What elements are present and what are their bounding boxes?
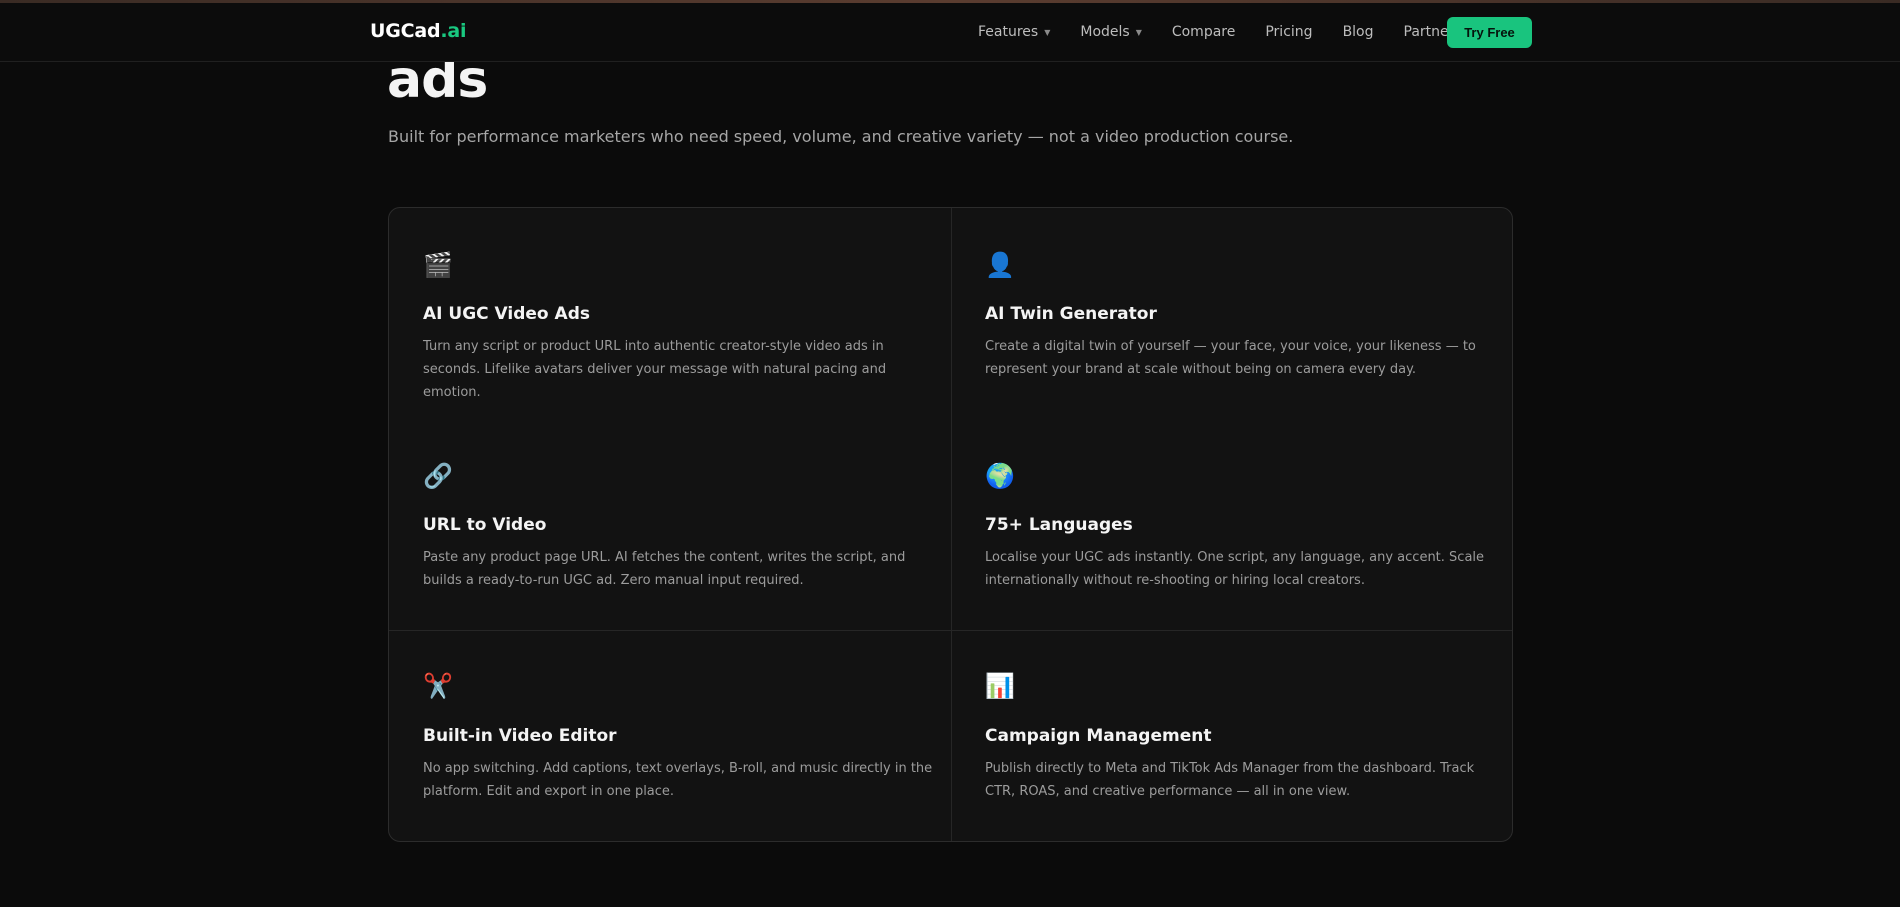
logo[interactable]: UGCad.ai [370, 20, 467, 42]
feature-card-video-editor: ✂️ Built-in Video Editor No app switchin… [389, 630, 951, 841]
section-subtitle: Built for performance marketers who need… [388, 127, 1294, 146]
features-grid: 🎬 AI UGC Video Ads Turn any script or pr… [388, 207, 1513, 842]
scissors-icon: ✂️ [423, 672, 453, 700]
feature-title: AI Twin Generator [985, 304, 1157, 324]
person-icon: 👤 [985, 251, 1015, 279]
feature-description: No app switching. Add captions, text ove… [423, 761, 933, 799]
feature-description: Localise your UGC ads instantly. One scr… [985, 550, 1485, 588]
feature-title: Campaign Management [985, 726, 1212, 746]
nav-features-label: Features [978, 24, 1039, 40]
feature-card-url-to-video: 🔗 URL to Video Paste any product page UR… [389, 419, 951, 630]
feature-description: Paste any product page URL. AI fetches t… [423, 550, 906, 588]
nav-models-label: Models [1080, 24, 1130, 40]
try-free-button[interactable]: Try Free [1447, 17, 1532, 48]
nav-blog[interactable]: Blog [1343, 24, 1374, 40]
chevron-down-icon: ▼ [1044, 27, 1051, 37]
link-icon: 🔗 [423, 462, 453, 490]
logo-accent: .ai [440, 20, 467, 42]
nav-models[interactable]: Models ▼ [1080, 24, 1141, 40]
feature-card-languages: 🌍 75+ Languages Localise your UGC ads in… [951, 419, 1512, 630]
feature-title: URL to Video [423, 515, 547, 535]
feature-title: AI UGC Video Ads [423, 304, 590, 324]
chevron-down-icon: ▼ [1135, 27, 1142, 37]
nav-links: Features ▼ Models ▼ Compare Pricing Blog… [978, 24, 1454, 40]
feature-card-campaign-management: 📊 Campaign Management Publish directly t… [951, 630, 1512, 841]
feature-description: Publish directly to Meta and TikTok Ads … [985, 761, 1475, 799]
nav-compare[interactable]: Compare [1172, 24, 1236, 40]
feature-description: Turn any script or product URL into auth… [423, 339, 887, 400]
feature-description: Create a digital twin of yourself — your… [985, 339, 1476, 377]
navbar: UGCad.ai Features ▼ Models ▼ Compare Pri… [0, 3, 1900, 62]
nav-features[interactable]: Features ▼ [978, 24, 1050, 40]
feature-card-ugc-video-ads: 🎬 AI UGC Video Ads Turn any script or pr… [389, 208, 951, 419]
bar-chart-icon: 📊 [985, 672, 1015, 700]
nav-pricing[interactable]: Pricing [1265, 24, 1312, 40]
feature-title: 75+ Languages [985, 515, 1133, 535]
clapperboard-icon: 🎬 [423, 251, 453, 279]
logo-main: UGCad [370, 20, 441, 42]
globe-icon: 🌍 [985, 462, 1015, 490]
feature-card-ai-twin: 👤 AI Twin Generator Create a digital twi… [951, 208, 1512, 419]
feature-title: Built-in Video Editor [423, 726, 617, 746]
